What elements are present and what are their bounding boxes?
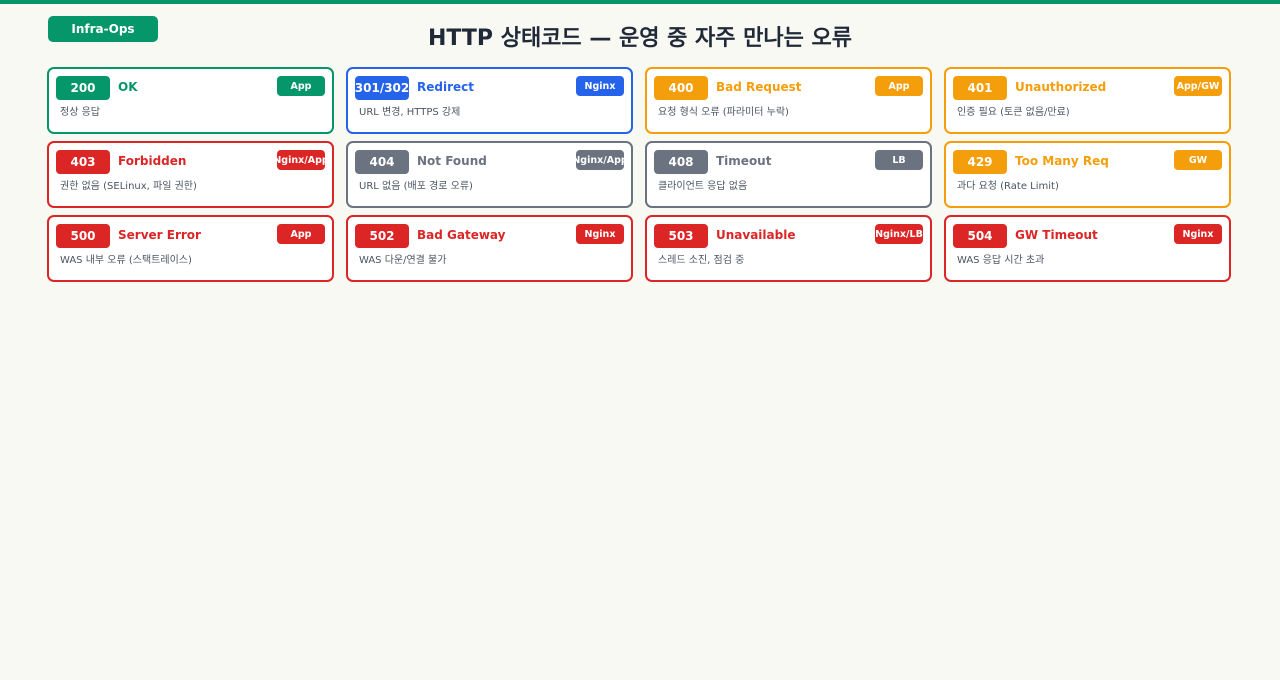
status-name: OK xyxy=(118,80,138,94)
status-name: Unauthorized xyxy=(1015,80,1107,94)
status-card-403: 403 Forbidden Nginx/App 권한 없음 (SELinux, … xyxy=(47,141,334,208)
status-card-503: 503 Unavailable Nginx/LB 스레드 소진, 점검 중 xyxy=(645,215,932,282)
status-description: URL 없음 (배포 경로 오류) xyxy=(359,181,473,192)
layer-tag: Nginx xyxy=(576,224,624,244)
status-code-badge: 429 xyxy=(953,150,1007,174)
status-description: WAS 응답 시간 초과 xyxy=(957,255,1045,266)
status-code-badge: 504 xyxy=(953,224,1007,248)
status-description: 요청 형식 오류 (파라미터 누락) xyxy=(658,107,789,118)
status-name: Bad Request xyxy=(716,80,802,94)
status-description: WAS 내부 오류 (스택트레이스) xyxy=(60,255,192,266)
status-card-400: 400 Bad Request App 요청 형식 오류 (파라미터 누락) xyxy=(645,67,932,134)
top-accent-bar xyxy=(0,0,1280,4)
status-description: 정상 응답 xyxy=(60,107,100,118)
status-description: 클라이언트 응답 없음 xyxy=(658,181,748,192)
status-name: Timeout xyxy=(716,154,772,168)
layer-tag: Nginx/LB xyxy=(875,224,923,244)
status-code-badge: 403 xyxy=(56,150,110,174)
status-card-404: 404 Not Found Nginx/App URL 없음 (배포 경로 오류… xyxy=(346,141,633,208)
status-description: 스레드 소진, 점검 중 xyxy=(658,255,745,266)
status-name: Server Error xyxy=(118,228,201,242)
status-name: Forbidden xyxy=(118,154,187,168)
layer-tag: LB xyxy=(875,150,923,170)
status-code-badge: 408 xyxy=(654,150,708,174)
status-card-200: 200 OK App 정상 응답 xyxy=(47,67,334,134)
status-description: WAS 다운/연결 불가 xyxy=(359,255,447,266)
status-card-301-302: 301/302 Redirect Nginx URL 변경, HTTPS 강제 xyxy=(346,67,633,134)
status-code-badge: 500 xyxy=(56,224,110,248)
status-card-429: 429 Too Many Req GW 과다 요청 (Rate Limit) xyxy=(944,141,1231,208)
status-description: 인증 필요 (토큰 없음/만료) xyxy=(957,107,1070,118)
status-card-504: 504 GW Timeout Nginx WAS 응답 시간 초과 xyxy=(944,215,1231,282)
status-code-badge: 502 xyxy=(355,224,409,248)
status-code-badge: 301/302 xyxy=(355,76,409,100)
status-code-badge: 400 xyxy=(654,76,708,100)
layer-tag: App xyxy=(277,76,325,96)
status-code-badge: 200 xyxy=(56,76,110,100)
layer-tag: Nginx xyxy=(576,76,624,96)
status-card-502: 502 Bad Gateway Nginx WAS 다운/연결 불가 xyxy=(346,215,633,282)
status-code-grid: 200 OK App 정상 응답 301/302 Redirect Nginx … xyxy=(47,67,1231,282)
status-code-badge: 401 xyxy=(953,76,1007,100)
layer-tag: App/GW xyxy=(1174,76,1222,96)
status-name: Not Found xyxy=(417,154,487,168)
status-code-badge: 503 xyxy=(654,224,708,248)
layer-tag: App xyxy=(277,224,325,244)
status-card-500: 500 Server Error App WAS 내부 오류 (스택트레이스) xyxy=(47,215,334,282)
status-name: Too Many Req xyxy=(1015,154,1109,168)
status-name: Redirect xyxy=(417,80,474,94)
layer-tag: GW xyxy=(1174,150,1222,170)
page-title: HTTP 상태코드 — 운영 중 자주 만나는 오류 xyxy=(427,26,853,51)
status-code-badge: 404 xyxy=(355,150,409,174)
layer-tag: Nginx/App xyxy=(277,150,325,170)
status-card-401: 401 Unauthorized App/GW 인증 필요 (토큰 없음/만료) xyxy=(944,67,1231,134)
status-name: GW Timeout xyxy=(1015,228,1098,242)
status-description: 권한 없음 (SELinux, 파일 권한) xyxy=(60,181,197,192)
status-card-408: 408 Timeout LB 클라이언트 응답 없음 xyxy=(645,141,932,208)
status-description: URL 변경, HTTPS 강제 xyxy=(359,107,461,118)
layer-tag: Nginx xyxy=(1174,224,1222,244)
layer-tag: App xyxy=(875,76,923,96)
layer-tag: Nginx/App xyxy=(576,150,624,170)
status-description: 과다 요청 (Rate Limit) xyxy=(957,181,1059,192)
status-name: Bad Gateway xyxy=(417,228,506,242)
status-name: Unavailable xyxy=(716,228,796,242)
